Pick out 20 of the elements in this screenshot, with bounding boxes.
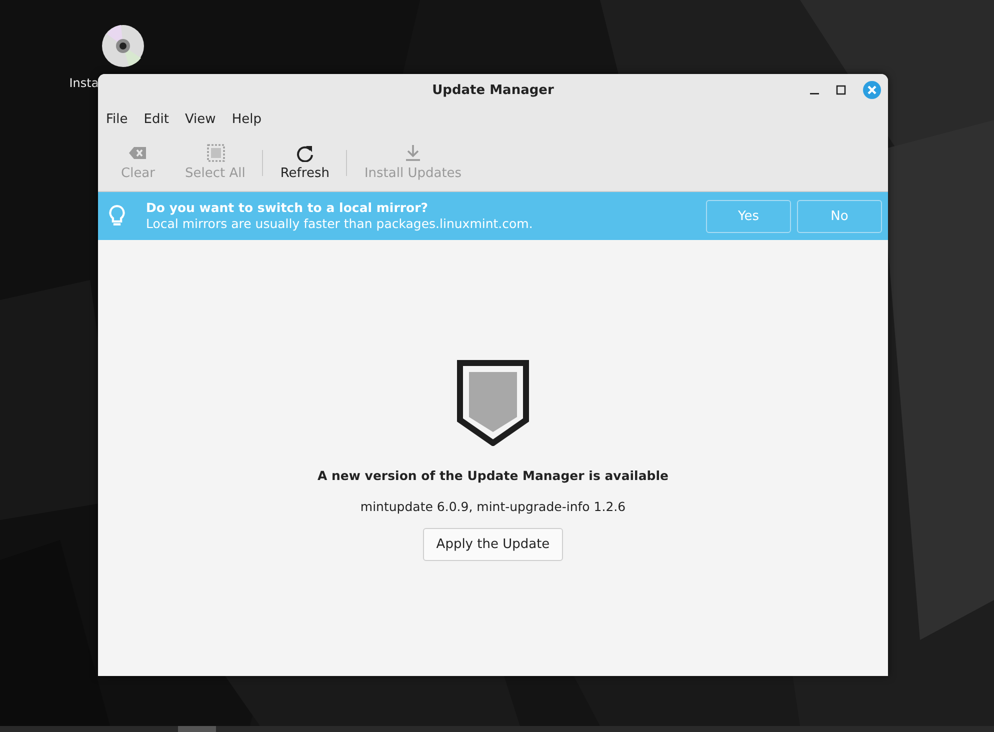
- heading: A new version of the Update Manager is available: [318, 468, 668, 483]
- disc-icon[interactable]: [101, 24, 145, 68]
- menu-item[interactable]: File: [98, 110, 136, 134]
- select-all-icon: [205, 144, 226, 162]
- refresh-icon: [294, 144, 315, 162]
- info-message: Local mirrors are usually faster than packages.linuxmint.com.: [146, 216, 534, 232]
- close-icon[interactable]: [863, 81, 881, 99]
- apply-update-button[interactable]: Apply the Update: [423, 528, 563, 561]
- info-title: Do you want to switch to a local mirror?: [146, 200, 430, 216]
- maximize-icon[interactable]: [836, 85, 846, 95]
- menu-item[interactable]: View: [176, 110, 224, 134]
- shield-icon: [457, 360, 529, 446]
- version-text: mintupdate 6.0.9, mint-upgrade-info 1.2.6: [360, 499, 626, 514]
- desktop-icon-label[interactable]: Insta: [69, 76, 99, 90]
- lightbulb-icon: [108, 204, 126, 228]
- clear-icon: [128, 144, 148, 162]
- window-title: Update Manager: [432, 82, 554, 98]
- menu-item[interactable]: Help: [224, 110, 270, 134]
- menu-item[interactable]: Edit: [136, 110, 177, 134]
- refresh-button[interactable]: Refresh: [271, 140, 338, 185]
